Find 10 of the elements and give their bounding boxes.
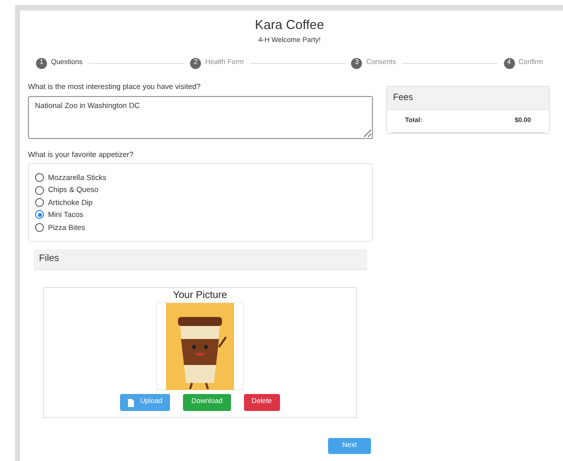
page-title: Kara Coffee — [254, 17, 326, 33]
fees-heading: Fees — [387, 87, 549, 110]
radio-button[interactable] — [35, 186, 44, 195]
radio-button[interactable] — [35, 222, 44, 232]
radio-button[interactable] — [35, 210, 44, 220]
radio-button[interactable] — [35, 173, 44, 182]
picture-title: Your Picture — [172, 290, 228, 302]
radio-button[interactable] — [35, 198, 44, 208]
file-icon — [128, 398, 134, 407]
files-heading: Files — [34, 248, 367, 270]
